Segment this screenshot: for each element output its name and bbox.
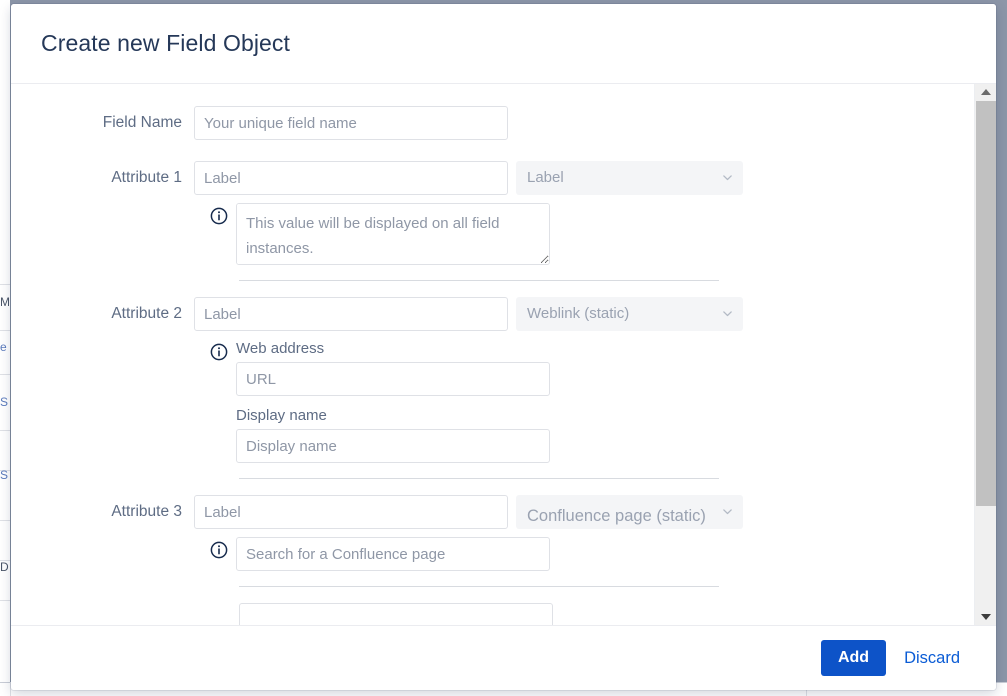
scroll-up-arrow-icon[interactable] xyxy=(975,84,996,100)
section-separator xyxy=(239,586,719,587)
attribute-3-type-select-wrap[interactable]: Confluence page (static) xyxy=(516,495,743,529)
attribute-2-label: Attribute 2 xyxy=(111,305,182,322)
display-name-input[interactable] xyxy=(236,429,550,463)
scrollbar-thumb[interactable] xyxy=(976,101,996,506)
attribute-1-type-select-wrap[interactable]: Label xyxy=(516,161,743,195)
attribute-4-label-input[interactable] xyxy=(239,603,553,625)
background-text: M xyxy=(0,295,9,309)
background-rule xyxy=(0,374,10,375)
attribute-3-detail xyxy=(11,537,974,571)
dialog-body: Field Name Attribute 1 Label xyxy=(11,84,996,625)
web-address-block: Web address xyxy=(236,339,974,396)
display-name-block: Display name xyxy=(236,406,974,463)
background-text: e xyxy=(0,340,7,354)
attribute-3-type-select[interactable]: Confluence page (static) xyxy=(516,495,743,529)
attribute-3-row: Attribute 3 Confluence page (static) xyxy=(11,495,974,529)
display-name-label: Display name xyxy=(236,407,327,424)
attribute-1-detail xyxy=(11,203,974,265)
attribute-1-value-textarea[interactable] xyxy=(236,203,550,265)
attribute-2-type-select[interactable]: Weblink (static) xyxy=(516,297,743,331)
section-separator xyxy=(239,280,719,281)
attribute-1-type-select[interactable]: Label xyxy=(516,161,743,195)
field-name-label: Field Name xyxy=(102,114,182,131)
field-object-form: Field Name Attribute 1 Label xyxy=(11,84,974,625)
attribute-2-label-input[interactable] xyxy=(194,297,508,331)
section-separator xyxy=(239,478,719,479)
attribute-2-row: Attribute 2 Weblink (static) xyxy=(11,297,974,331)
vertical-scrollbar[interactable] xyxy=(974,84,996,625)
create-field-object-dialog: Create new Field Object Field Name Attri… xyxy=(11,4,996,690)
attribute-2-detail: Web address Display name xyxy=(11,339,974,463)
info-circle-icon xyxy=(210,343,228,361)
background-rule xyxy=(0,430,10,431)
scroll-down-arrow-icon[interactable] xyxy=(975,609,996,625)
scrollable-content: Field Name Attribute 1 Label xyxy=(11,84,974,625)
background-text: D xyxy=(0,560,9,574)
web-address-input[interactable] xyxy=(236,362,550,396)
attribute-2-type-select-wrap[interactable]: Weblink (static) xyxy=(516,297,743,331)
background-text: S xyxy=(0,468,9,482)
field-name-input[interactable] xyxy=(194,106,508,140)
background-rule xyxy=(0,600,10,601)
discard-button[interactable]: Discard xyxy=(892,640,972,677)
dialog-footer: Add Discard xyxy=(11,625,996,690)
web-address-label: Web address xyxy=(236,340,325,357)
attribute-3-label: Attribute 3 xyxy=(111,503,182,520)
background-rule xyxy=(0,284,10,285)
attribute-3-label-input[interactable] xyxy=(194,495,508,529)
field-name-row: Field Name xyxy=(11,106,974,140)
info-circle-icon xyxy=(210,541,228,559)
page-title: Create new Field Object xyxy=(41,30,291,56)
confluence-page-search-input[interactable] xyxy=(236,537,550,571)
attribute-1-label: Attribute 1 xyxy=(111,169,182,186)
attribute-1-label-input[interactable] xyxy=(194,161,508,195)
add-button[interactable]: Add xyxy=(820,639,887,677)
background-text: S xyxy=(0,395,9,409)
info-circle-icon xyxy=(210,207,228,225)
dialog-header: Create new Field Object xyxy=(11,4,996,84)
attribute-1-row: Attribute 1 Label xyxy=(11,161,974,195)
background-rule xyxy=(0,330,10,331)
background-rule xyxy=(0,520,10,521)
